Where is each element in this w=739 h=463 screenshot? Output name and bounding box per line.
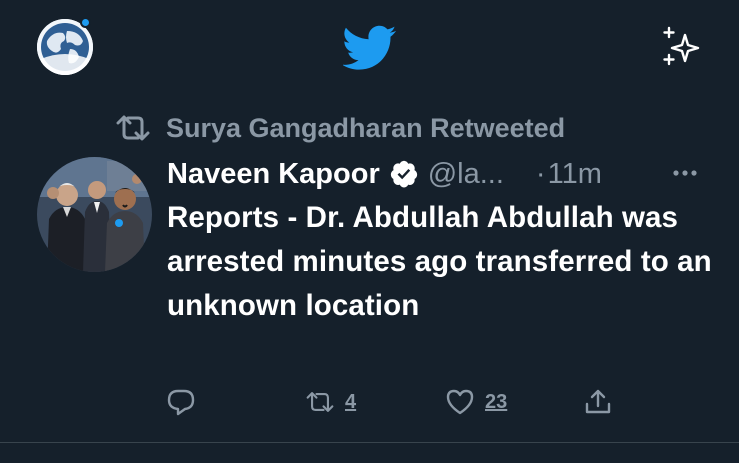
retweet-button[interactable]: 4 — [305, 384, 356, 420]
share-button[interactable] — [583, 384, 613, 420]
author-photo — [37, 157, 152, 272]
share-icon — [585, 389, 611, 414]
verified-badge-icon — [390, 160, 417, 188]
author-avatar[interactable] — [37, 157, 152, 272]
top-bar — [0, 0, 739, 95]
retweet-icon — [116, 115, 150, 141]
like-button[interactable]: 23 — [445, 384, 507, 420]
tweet-header: Naveen Kapoor @la... · 11m — [167, 154, 707, 194]
more-options-icon[interactable] — [671, 162, 699, 184]
like-count: 23 — [485, 390, 508, 413]
twitter-bird-icon[interactable] — [343, 25, 397, 71]
retweeted-by-label: Surya Gangadharan Retweeted — [166, 112, 566, 143]
author-name[interactable]: Naveen Kapoor — [167, 158, 380, 191]
reply-button[interactable] — [166, 384, 206, 420]
reply-icon — [167, 389, 195, 416]
notification-dot — [80, 17, 91, 28]
author-handle[interactable]: @la... — [428, 158, 504, 191]
retweet-context[interactable]: Surya Gangadharan Retweeted — [114, 111, 565, 145]
heart-icon — [446, 389, 474, 415]
next-tweet-edge — [0, 443, 739, 463]
separator-dot: · — [535, 157, 546, 190]
retweet-action-icon — [306, 392, 334, 412]
retweet-count: 4 — [345, 390, 357, 413]
tweet-actions: 4 23 — [0, 384, 739, 424]
tweet-timestamp[interactable]: 11m — [548, 158, 602, 191]
sparkle-icon[interactable] — [660, 26, 704, 68]
tweet-text: Reports - Dr. Abdullah Abdullah was arre… — [167, 201, 712, 322]
